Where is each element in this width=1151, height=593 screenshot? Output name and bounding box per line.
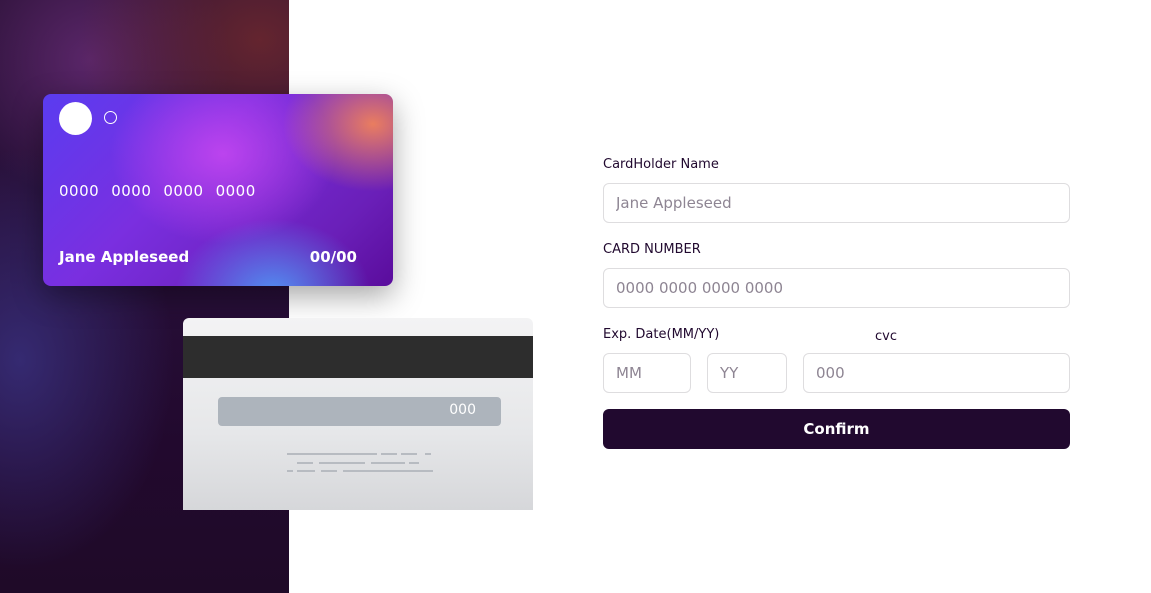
card-back-text-line — [343, 470, 433, 472]
cvc-label: cvc — [875, 329, 897, 344]
card-front-preview: 0000 0000 0000 0000 Jane Appleseed 00/00 — [43, 94, 393, 286]
card-number-group: 0000 — [163, 182, 204, 200]
card-logo-circle-outline-icon — [104, 111, 117, 124]
card-back-preview: 000 — [183, 318, 533, 510]
card-back-text-line — [409, 462, 419, 464]
card-back-text-line — [287, 470, 293, 472]
card-back-text-line — [321, 470, 337, 472]
exp-month-input[interactable] — [603, 353, 691, 393]
confirm-button[interactable]: Confirm — [603, 409, 1070, 449]
cardholder-name-input[interactable] — [603, 183, 1070, 223]
card-back-text-line — [287, 453, 377, 455]
card-back-text-line — [381, 453, 397, 455]
magnetic-stripe — [183, 336, 533, 378]
page: 0000 0000 0000 0000 Jane Appleseed 00/00 00… — [0, 0, 1151, 593]
card-number-group: 0000 — [111, 182, 152, 200]
card-cvc-display: 000 — [449, 402, 476, 418]
card-back-text-line — [401, 453, 417, 455]
card-number-input[interactable] — [603, 268, 1070, 308]
card-back-text-line — [371, 462, 405, 464]
card-holder-display: Jane Appleseed — [59, 248, 190, 266]
card-expiry-display: 00/00 — [309, 248, 357, 266]
card-back-text-line — [297, 462, 313, 464]
signature-strip: 000 — [218, 397, 501, 426]
card-back-text-line — [319, 462, 365, 464]
exp-year-input[interactable] — [707, 353, 787, 393]
card-number-display: 0000 0000 0000 0000 — [59, 182, 268, 200]
cvc-input[interactable] — [803, 353, 1070, 393]
cardholder-name-label: CardHolder Name — [603, 157, 719, 172]
card-back-text-line — [425, 453, 431, 455]
exp-date-label: Exp. Date(MM/YY) — [603, 327, 720, 342]
card-number-group: 0000 — [59, 182, 100, 200]
card-back-text-line — [297, 470, 315, 472]
card-logo-circle-filled-icon — [59, 102, 92, 135]
card-number-label: CARD NUMBER — [603, 242, 701, 257]
card-number-group: 0000 — [215, 182, 256, 200]
